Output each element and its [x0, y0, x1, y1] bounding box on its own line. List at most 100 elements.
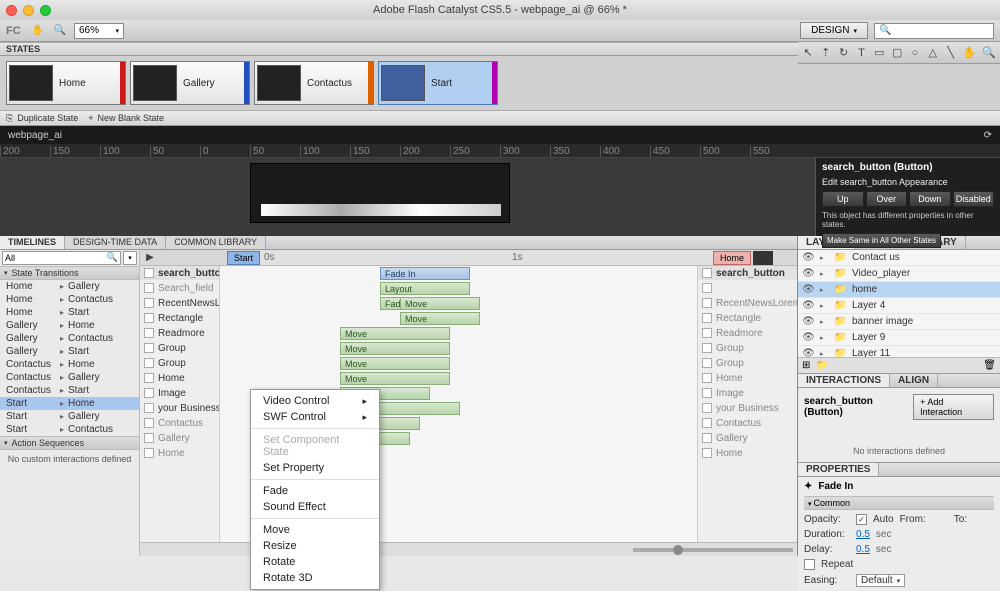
layer-row[interactable]: 👁▸📁Contact us — [798, 250, 1000, 266]
track-row[interactable]: Readmore — [698, 326, 797, 341]
timeline-clip[interactable]: Move — [340, 342, 450, 355]
timeline-clip[interactable]: Move — [340, 357, 450, 370]
hud-down-button[interactable]: Down — [909, 191, 951, 207]
transition-row[interactable]: Home▸Gallery — [0, 280, 139, 293]
track-row[interactable]: Group — [140, 341, 219, 356]
transition-row[interactable]: Gallery▸Home — [0, 319, 139, 332]
state-gallery[interactable]: Gallery — [130, 61, 250, 105]
tab-common-library[interactable]: COMMON LIBRARY — [166, 236, 266, 249]
tab-properties[interactable]: PROPERTIES — [798, 463, 879, 476]
track-row[interactable]: Image — [140, 386, 219, 401]
tab-align[interactable]: ALIGN — [890, 374, 938, 387]
track-row[interactable]: Home — [698, 371, 797, 386]
action-sequences-header[interactable]: Action Sequences — [0, 436, 139, 450]
transition-row[interactable]: Gallery▸Contactus — [0, 332, 139, 345]
state-contactus[interactable]: Contactus — [254, 61, 374, 105]
state-transitions-header[interactable]: State Transitions — [0, 266, 139, 280]
help-search[interactable]: 🔍 — [874, 23, 994, 39]
easing-select[interactable]: Default — [856, 574, 905, 587]
delete-layer-icon[interactable]: 🗑 — [983, 360, 996, 371]
zoom-select[interactable]: 66% — [74, 23, 124, 39]
ellipse-tool-icon[interactable]: ○ — [909, 46, 921, 60]
auto-checkbox[interactable]: ✓ — [856, 514, 867, 525]
close-icon[interactable] — [6, 5, 17, 16]
time-ruler[interactable]: 0s 1s — [260, 250, 713, 265]
delay-value[interactable]: 0.5 — [856, 544, 870, 555]
repeat-checkbox[interactable] — [804, 559, 815, 570]
hud-make-same-button[interactable]: Make Same in All Other States — [822, 233, 941, 248]
line-tool-icon[interactable]: ╲ — [945, 46, 957, 60]
track-row[interactable]: Group — [698, 341, 797, 356]
track-row[interactable]: search_button — [140, 266, 219, 281]
timeline-clip[interactable]: Move — [400, 297, 480, 310]
context-menu-item[interactable]: Rotate — [251, 554, 379, 570]
add-interaction-button[interactable]: + Add Interaction — [913, 394, 994, 420]
track-row[interactable]: Home — [698, 446, 797, 461]
play-button[interactable]: ▶ — [140, 252, 160, 263]
track-row[interactable]: search_button — [698, 266, 797, 281]
track-row[interactable]: Search_field — [140, 281, 219, 296]
maximize-icon[interactable] — [40, 5, 51, 16]
context-menu-item[interactable]: Rotate 3D — [251, 570, 379, 586]
tab-timelines[interactable]: TIMELINES — [0, 236, 65, 249]
track-row[interactable]: Rectangle — [140, 311, 219, 326]
new-layer-icon[interactable]: ⊞ — [802, 360, 810, 371]
state-home[interactable]: Home — [6, 61, 126, 105]
track-row[interactable]: your Business — [140, 401, 219, 416]
track-row[interactable]: Readmore — [140, 326, 219, 341]
transition-row[interactable]: Home▸Start — [0, 306, 139, 319]
text-tool-icon[interactable]: T — [856, 46, 868, 60]
search-dropdown[interactable]: ▾ — [123, 251, 137, 265]
hand-tool-icon[interactable]: ✋ — [30, 23, 46, 39]
transition-row[interactable]: Start▸Gallery — [0, 410, 139, 423]
context-menu-item[interactable]: Video Control — [251, 393, 379, 409]
track-row[interactable]: Group — [140, 356, 219, 371]
track-row[interactable]: Home — [140, 371, 219, 386]
layer-row[interactable]: 👁▸📁Layer 9 — [798, 330, 1000, 346]
tab-design-time-data[interactable]: DESIGN-TIME DATA — [65, 236, 166, 249]
triangle-tool-icon[interactable]: △ — [927, 46, 939, 60]
search-input[interactable] — [2, 251, 121, 265]
transition-row[interactable]: Gallery▸Start — [0, 345, 139, 358]
duration-value[interactable]: 0.5 — [856, 529, 870, 540]
state-start[interactable]: Start — [378, 61, 498, 105]
tab-interactions[interactable]: INTERACTIONS — [798, 374, 890, 387]
transform-icon[interactable]: ↻ — [838, 46, 850, 60]
context-menu-item[interactable]: Move — [251, 522, 379, 538]
context-menu-item[interactable]: Set Property — [251, 460, 379, 476]
new-folder-icon[interactable]: 📁 — [816, 360, 828, 371]
props-common-header[interactable]: Common — [804, 496, 994, 510]
rect-tool-icon[interactable]: ▭ — [873, 46, 885, 60]
timeline-clip[interactable]: Fade In — [380, 267, 470, 280]
transition-row[interactable]: Home▸Contactus — [0, 293, 139, 306]
track-row[interactable]: Rectangle — [698, 311, 797, 326]
new-blank-state-button[interactable]: + New Blank State — [88, 113, 164, 123]
context-menu-item[interactable]: Fade — [251, 483, 379, 499]
track-row[interactable]: your Business — [698, 401, 797, 416]
hud-disabled-button[interactable]: Disabled — [953, 191, 995, 207]
zoom-tool-icon[interactable]: 🔍 — [52, 23, 68, 39]
workspace-mode-button[interactable]: DESIGN — [800, 22, 868, 39]
track-row[interactable]: Group — [698, 356, 797, 371]
hand-icon[interactable]: ✋ — [963, 46, 977, 60]
track-row[interactable]: RecentNewsLoremipsumd... — [698, 296, 797, 311]
track-row[interactable]: Gallery — [698, 431, 797, 446]
minimize-icon[interactable] — [23, 5, 34, 16]
layer-row[interactable]: 👁▸📁banner image — [798, 314, 1000, 330]
timeline-clip[interactable]: Layout — [380, 282, 470, 295]
transition-row[interactable]: Start▸Home — [0, 397, 139, 410]
context-menu-item[interactable]: Sound Effect — [251, 499, 379, 515]
track-row[interactable]: Gallery — [140, 431, 219, 446]
track-row[interactable]: Image — [698, 386, 797, 401]
track-row[interactable] — [698, 281, 797, 296]
rounded-rect-icon[interactable]: ▢ — [891, 46, 903, 60]
timeline-clip[interactable]: Move — [340, 372, 450, 385]
timeline-clip[interactable]: Move — [340, 327, 450, 340]
layer-row[interactable]: 👁▸📁Layer 4 — [798, 298, 1000, 314]
transition-row[interactable]: Contactus▸Home — [0, 358, 139, 371]
context-menu-item[interactable]: Resize — [251, 538, 379, 554]
context-menu-item[interactable]: SWF Control — [251, 409, 379, 425]
direct-select-icon[interactable]: ⇡ — [820, 46, 832, 60]
refresh-icon[interactable]: ⟳ — [984, 130, 992, 141]
track-row[interactable]: RecentNewsLoremipsumd... — [140, 296, 219, 311]
